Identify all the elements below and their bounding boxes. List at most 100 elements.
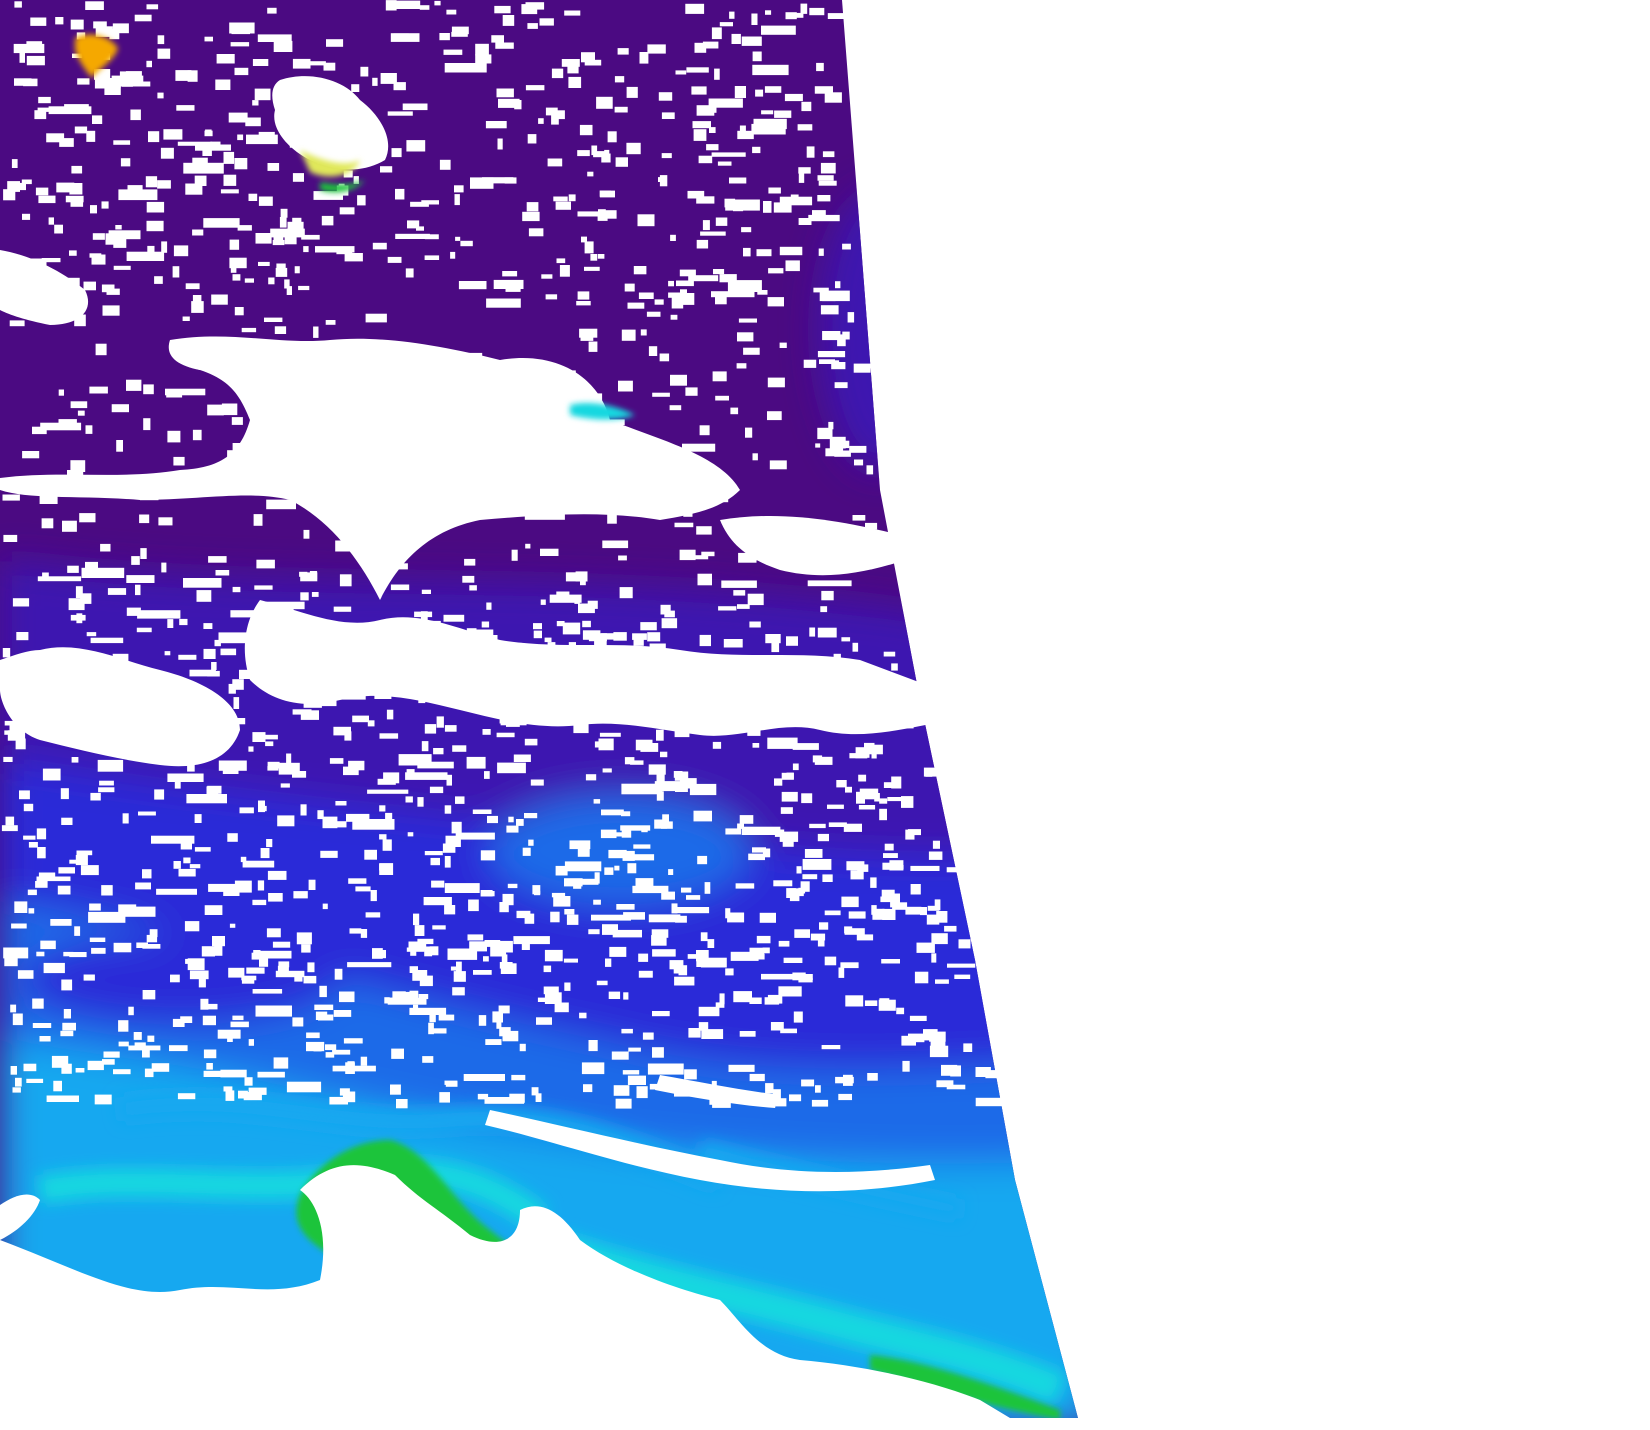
cloud-speckle — [288, 622, 299, 633]
cloud-speckle — [739, 1031, 756, 1037]
cloud-speckle — [907, 829, 921, 836]
cloud-speckle — [36, 828, 47, 840]
cloud-speckle — [817, 627, 837, 638]
cloud-speckle — [379, 805, 386, 812]
cloud-speckle — [351, 84, 360, 92]
cloud-speckle — [321, 370, 329, 375]
cloud-speckle — [867, 1073, 878, 1081]
cloud-speckle — [87, 1060, 104, 1071]
cloud-speckle — [407, 220, 420, 229]
cloud-speckle — [301, 944, 311, 953]
cloud-speckle — [292, 709, 312, 715]
cloud-speckle — [174, 781, 181, 789]
cloud-speckle — [192, 229, 204, 236]
cloud-speckle — [30, 17, 47, 26]
cloud-speckle — [836, 780, 847, 788]
cloud-speckle — [205, 129, 212, 135]
cloud-speckle — [274, 326, 287, 334]
cloud-speckle — [167, 619, 174, 628]
cloud-speckle — [638, 970, 653, 978]
cloud-speckle — [628, 1047, 641, 1052]
cloud-speckle — [252, 403, 261, 410]
cloud-speckle — [623, 992, 629, 1000]
cloud-speckle — [692, 121, 711, 129]
cloud-speckle — [36, 876, 71, 882]
cloud-speckle — [704, 882, 711, 894]
cloud-speckle — [619, 587, 633, 599]
cloud-speckle — [421, 741, 429, 752]
cloud-speckle — [317, 810, 324, 820]
cloud-speckle — [60, 1030, 74, 1037]
cloud-speckle — [711, 1080, 717, 1090]
cloud-speckle — [613, 1085, 630, 1096]
cloud-speckle — [201, 946, 215, 957]
cloud-speckle — [275, 607, 294, 614]
cloud-speckle — [444, 725, 457, 732]
cloud-speckle — [511, 1074, 526, 1081]
cloud-speckle — [852, 671, 867, 683]
cloud-speckle — [656, 729, 664, 741]
cloud-speckle — [847, 312, 855, 323]
cloud-speckle — [154, 276, 163, 284]
cloud-speckle — [374, 693, 392, 699]
cloud-speckle — [584, 266, 600, 271]
cloud-speckle — [463, 1074, 505, 1081]
cloud-speckle — [292, 217, 302, 230]
cloud-speckle — [266, 928, 281, 938]
cloud-speckle — [298, 285, 310, 291]
cloud-speckle — [443, 614, 465, 622]
cloud-speckle — [125, 666, 131, 678]
cloud-speckle — [707, 939, 715, 948]
cloud-speckle — [142, 869, 152, 879]
cloud-speckle — [588, 929, 600, 935]
cloud-speckle — [267, 7, 277, 14]
cloud-speckle — [233, 697, 240, 709]
cloud-speckle — [3, 189, 16, 201]
cloud-speckle — [596, 980, 608, 986]
cloud-speckle — [803, 359, 817, 368]
cloud-speckle — [40, 940, 56, 950]
cloud-speckle — [390, 440, 406, 450]
cloud-speckle — [482, 729, 491, 735]
cloud-speckle — [156, 715, 167, 727]
cloud-speckle — [424, 255, 440, 260]
cloud-speckle — [335, 540, 353, 552]
cloud-speckle — [679, 269, 696, 277]
cloud-speckle — [817, 351, 846, 358]
cloud-speckle — [264, 317, 283, 322]
cloud-speckle — [539, 18, 554, 26]
cloud-speckle — [494, 665, 513, 675]
cloud-speckle — [32, 426, 47, 435]
cloud-speckle — [167, 773, 204, 782]
cloud-speckle — [512, 405, 530, 416]
cloud-speckle — [58, 867, 75, 874]
cloud-speckle — [438, 418, 449, 427]
cloud-speckle — [925, 772, 933, 777]
cloud-speckle — [232, 1015, 244, 1021]
cloud-speckle — [237, 134, 244, 141]
cloud-speckle — [633, 844, 651, 849]
cloud-speckle — [429, 1012, 436, 1023]
cloud-speckle — [166, 391, 183, 398]
cloud-speckle — [633, 266, 647, 275]
cloud-speckle — [752, 51, 762, 62]
cloud-speckle — [963, 1043, 973, 1052]
cloud-speckle — [339, 574, 352, 587]
cloud-speckle — [422, 399, 437, 406]
cloud-speckle — [101, 284, 115, 293]
cloud-speckle — [516, 819, 524, 826]
cloud-speckle — [623, 912, 645, 920]
cloud-speckle — [189, 962, 202, 967]
cloud-speckle — [845, 995, 864, 1007]
cloud-speckle — [348, 878, 367, 884]
cloud-speckle — [573, 883, 582, 889]
cloud-speckle — [678, 693, 691, 699]
cloud-speckle — [387, 256, 402, 263]
cloud-speckle — [881, 959, 900, 964]
cloud-speckle — [702, 41, 719, 49]
cloud-speckle — [654, 819, 668, 829]
cloud-speckle — [528, 839, 534, 846]
cloud-speckle — [92, 233, 105, 240]
cloud-speckle — [883, 853, 898, 858]
cloud-speckle — [221, 403, 238, 416]
